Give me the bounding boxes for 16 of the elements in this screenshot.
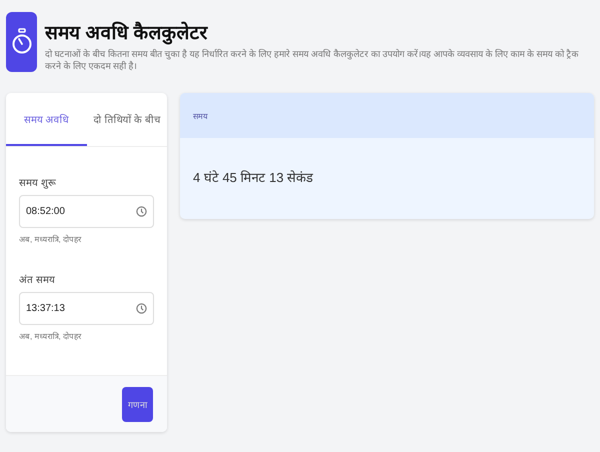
tab[interactable]: समय अवधि — [6, 93, 86, 146]
tab[interactable]: दो तिथियों के बीच — [86, 93, 167, 146]
calculate-button[interactable]: गणना — [122, 386, 153, 422]
page-description: दो घटनाओं के बीच कितना समय बीत चुका है यह निर्धारित करने के लिए हमारे समय अवधि कैलकुलेटर का उपयोग करें।यह आपके व्यवसाय के लिए काम के समय को ट्रैक करने के लिए एकदम सही है। — [45, 48, 580, 72]
time-input[interactable]: 13:37:13 — [19, 292, 154, 325]
result-heading: समय — [193, 111, 208, 121]
stopwatch-icon — [6, 12, 37, 72]
page-title: समय अवधि कैलकुलेटर — [45, 22, 209, 46]
field-label: समय शुरू — [19, 177, 57, 189]
time-input[interactable]: 08:52:00 — [19, 195, 154, 228]
field-hint: अब, मध्यरात्रि, दोपहर — [19, 330, 82, 341]
field-hint: अब, मध्यरात्रि, दोपहर — [19, 234, 82, 244]
clock-icon — [136, 206, 147, 217]
result-value: 4 घंटे 45 मिनट 13 सेकंड — [193, 170, 314, 185]
field-label: अंत समय — [19, 274, 56, 286]
clock-icon — [136, 303, 147, 314]
